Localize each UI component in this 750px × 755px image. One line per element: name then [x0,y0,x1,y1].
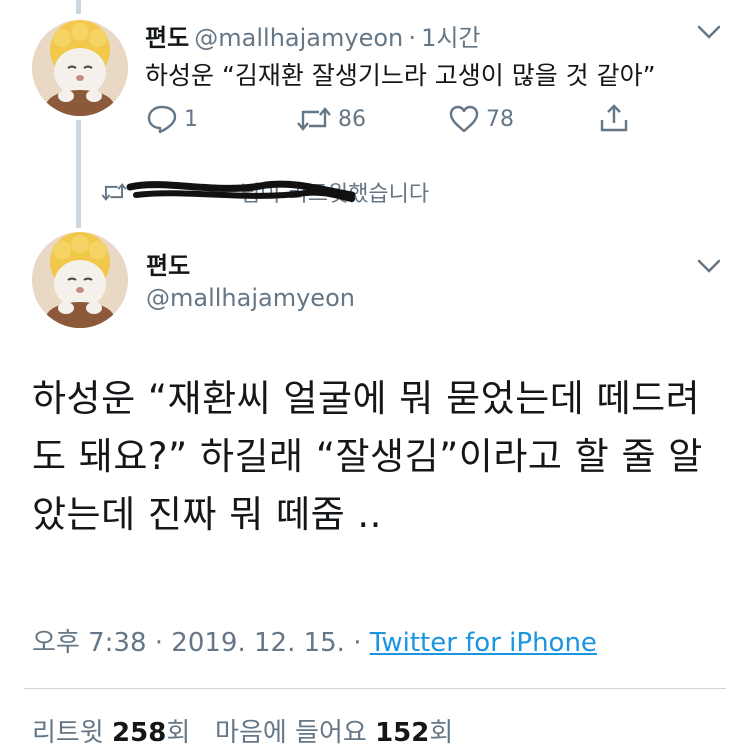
retweets-stat[interactable]: 리트윗 258회 [32,718,190,748]
reply-count: 1 [184,106,198,132]
like-count: 78 [486,106,514,132]
tweet-text: 하성운 “김재환 잘생기느라 고생이 많을 것 같아” [145,61,656,90]
chevron-down-icon[interactable] [696,22,722,46]
chevron-down-icon[interactable] [696,256,722,280]
avatar[interactable] [32,20,128,116]
tweet-timestamp: 오후 7:38 · 2019. 12. 15. · [32,628,370,658]
author-handle[interactable]: @mallhajamyeon [194,24,403,52]
engagement-stats: 리트윗 258회 마음에 들어요 152회 [32,712,453,749]
retweet-icon [297,107,331,131]
retweets-label: 리트윗 [32,718,104,748]
retweets-suffix: 회 [166,718,191,748]
author-handle[interactable]: @mallhajamyeon [146,284,355,312]
tweet-body: 하성운 “재환씨 얼굴에 뭐 묻었는데 떼드려도 돼요?” 하길래 “잘생김”이… [32,377,703,536]
redaction-scribble [126,180,356,202]
retweeted-by-banner[interactable]: 님이 리트윗했습니다 [100,176,429,208]
likes-suffix: 회 [429,718,454,748]
time-separator: · [408,24,416,52]
retweet-small-icon [101,183,127,201]
likes-count: 152 [375,718,430,748]
like-button[interactable]: 78 [448,104,514,134]
reply-icon [147,105,177,134]
divider [24,688,726,689]
author-name[interactable]: 편도 [145,24,189,52]
thread-line-top [76,0,81,14]
retweet-count: 86 [338,106,366,132]
avatar[interactable] [32,232,128,328]
retweets-count: 258 [112,718,167,748]
thread-line-middle [76,120,81,228]
avatar-cat-image [32,20,128,116]
tweet-metadata: 오후 7:38 · 2019. 12. 15. · Twitter for iP… [32,622,597,659]
reply-button[interactable]: 1 [146,104,198,134]
author-name[interactable]: 편도 [146,246,190,281]
source-link[interactable]: Twitter for iPhone [370,628,597,658]
likes-stat[interactable]: 마음에 들어요 152회 [215,718,453,748]
share-icon [600,104,628,132]
timestamp[interactable]: 1시간 [421,24,480,52]
share-button[interactable] [598,102,636,134]
likes-label: 마음에 들어요 [215,718,367,748]
heart-icon [449,105,479,133]
retweet-button[interactable]: 86 [296,104,366,134]
avatar-cat-image [32,232,128,328]
